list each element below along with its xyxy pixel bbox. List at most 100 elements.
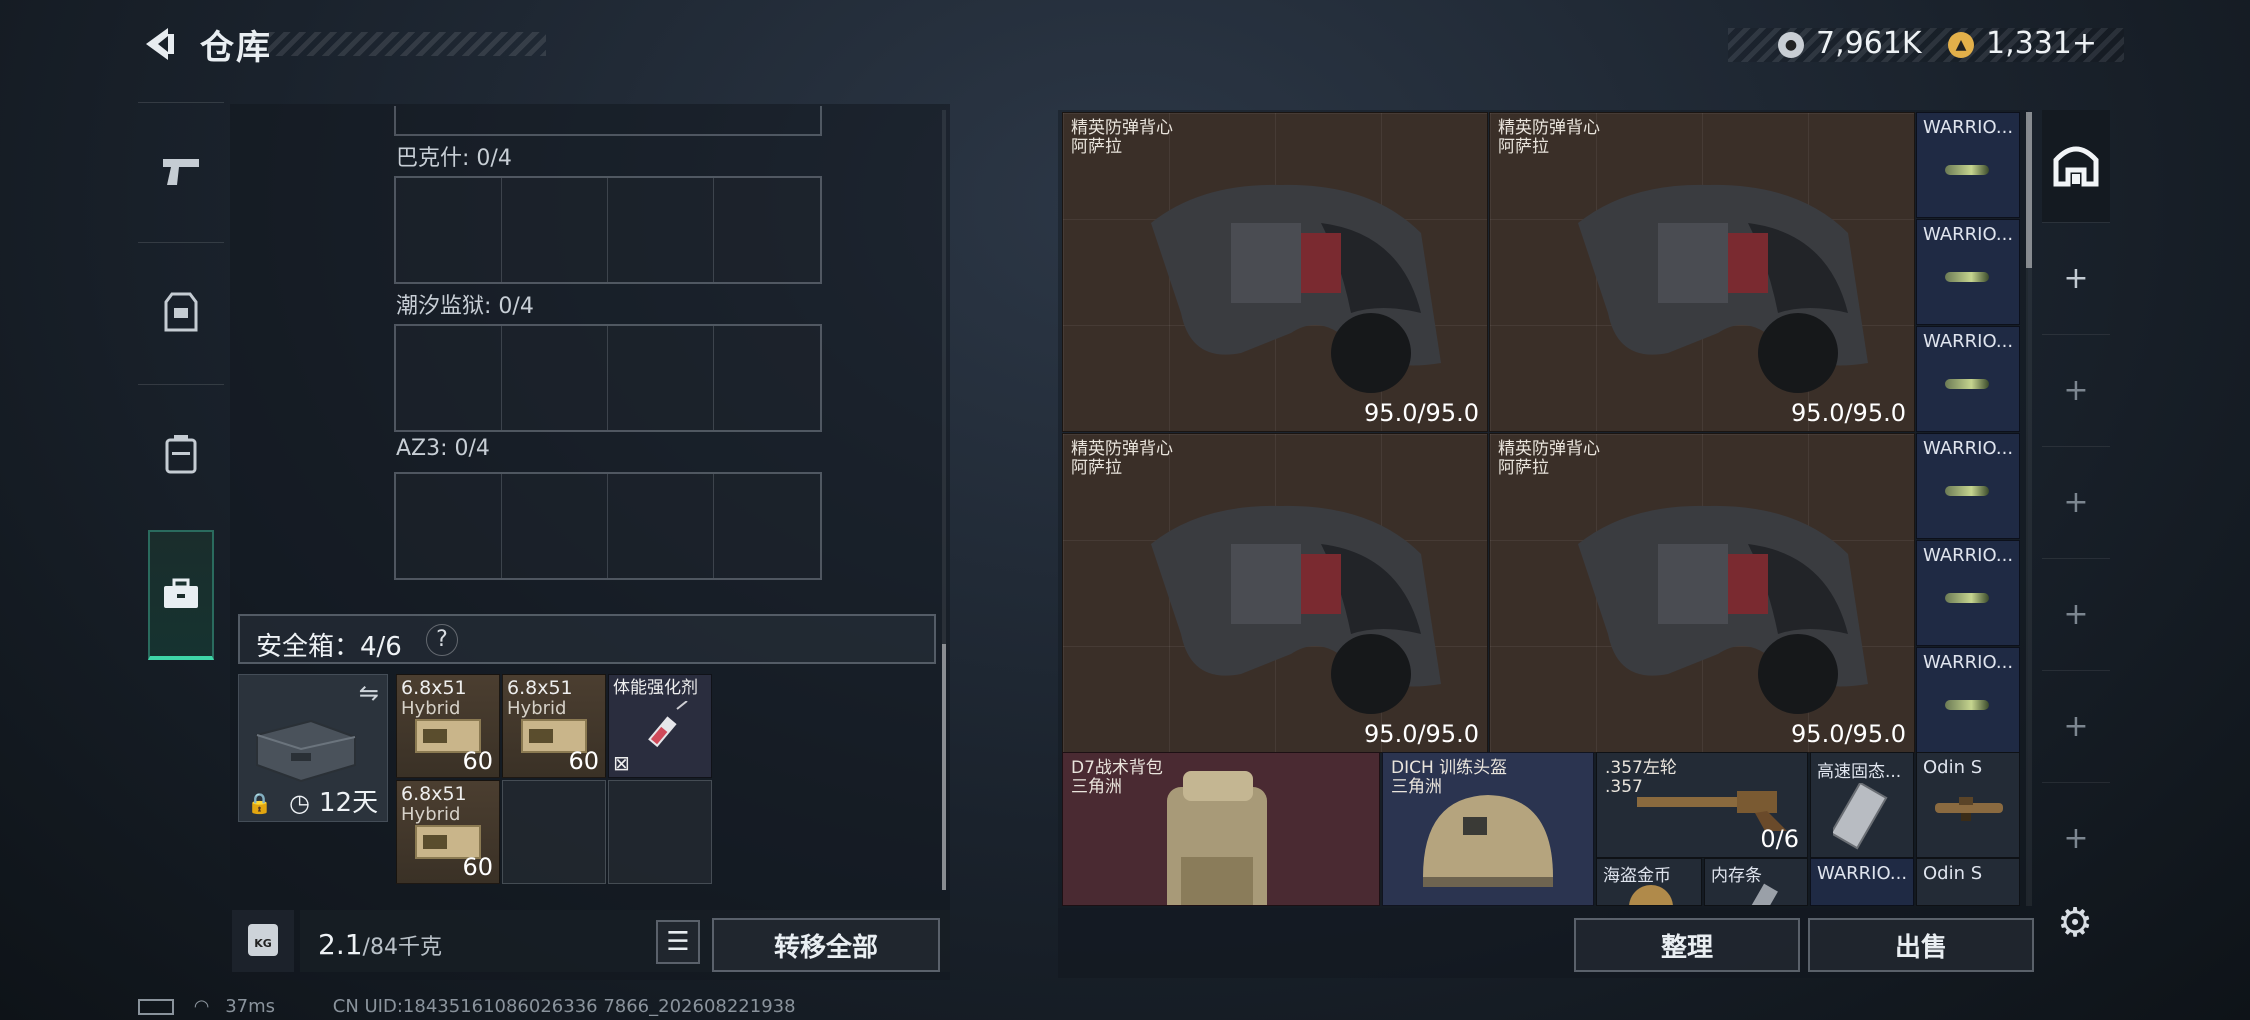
safe-case-item[interactable]: ⇋ 🔒 ◷ 12天 — [238, 674, 388, 822]
list-view-button[interactable]: ☰ — [656, 920, 700, 964]
stash-page-main[interactable] — [2042, 110, 2110, 222]
item-name: 精英防弹背心 阿萨拉 — [1071, 440, 1173, 478]
flashlight-item[interactable]: WARRIO... — [1916, 540, 2020, 646]
tab-backpack[interactable] — [138, 386, 224, 522]
page-title: 仓库 — [200, 28, 272, 68]
flashlight-item[interactable]: WARRIO... — [1916, 219, 2020, 325]
backpack-item[interactable]: D7战术背包 三角洲 — [1062, 752, 1380, 906]
slot-item-sub: Hybrid — [401, 698, 461, 719]
section-grid-az3[interactable] — [394, 472, 822, 580]
settings-gear-icon[interactable]: ⚙ — [2052, 900, 2098, 946]
scope-item[interactable]: Odin S — [1916, 752, 2020, 858]
safe-slot-ammo[interactable]: 6.8x51 Hybrid 60 — [396, 674, 500, 778]
add-page-button[interactable]: + — [2042, 446, 2110, 558]
flashlight-item[interactable]: WARRIO... — [1810, 858, 1914, 906]
vest-durability: 95.0/95.0 — [1364, 720, 1479, 748]
safe-slot-ammo[interactable]: 6.8x51 Hybrid 60 — [502, 674, 606, 778]
sell-button[interactable]: 出售 — [1808, 918, 2034, 972]
section-grid-tide-prison[interactable] — [394, 324, 822, 432]
vest-name: 精英防弹背心 — [1498, 439, 1600, 459]
safe-title: 安全箱：4/6 — [256, 632, 402, 662]
coin-gold-icon: ▲ — [1948, 32, 1974, 58]
back-button[interactable] — [136, 22, 180, 66]
revolver-item[interactable]: .357左轮 .357 0/6 — [1596, 752, 1808, 858]
ping-text: 37ms — [225, 996, 276, 1017]
add-page-button[interactable]: + — [2042, 334, 2110, 446]
pistol-icon — [163, 159, 199, 185]
vest-item[interactable]: 精英防弹背心 阿萨拉 95.0/95.0 — [1062, 433, 1488, 753]
safe-case-icon — [256, 719, 356, 783]
add-page-button[interactable]: + — [2042, 670, 2110, 782]
vest-map: 阿萨拉 — [1498, 458, 1549, 478]
weight-lock-button[interactable]: KG — [232, 910, 294, 972]
add-page-button[interactable]: + — [2042, 558, 2110, 670]
flashlight-icon — [1945, 593, 1989, 603]
safe-slot-ammo[interactable]: 6.8x51 Hybrid 60 — [396, 780, 500, 884]
status-bar: ◠ 37ms CN UID:18435161086026336 7866_202… — [138, 996, 796, 1017]
section-label-bakesh: 巴克什: 0/4 — [396, 146, 512, 171]
flashlight-icon — [1945, 486, 1989, 496]
warehouse-icon — [2053, 146, 2099, 187]
clock-icon: ◷ — [289, 789, 310, 817]
title-stripe — [268, 32, 546, 56]
helmet-name: DICH 训练头盔 — [1391, 758, 1508, 778]
safe-header: 安全箱：4/6 ? — [238, 614, 936, 664]
item-name: WARRIO... — [1923, 331, 2014, 352]
currency-primary: 7,961K — [1816, 26, 1922, 61]
vest-icon — [1151, 505, 1441, 714]
scope-icon — [1935, 797, 2003, 821]
flashlight-item[interactable]: WARRIO... — [1916, 326, 2020, 432]
slot-item-sub: Hybrid — [507, 698, 567, 719]
safe-slot-stim[interactable]: 体能强化剂 ⊠ — [608, 674, 712, 778]
vest-item[interactable]: 精英防弹背心 阿萨拉 95.0/95.0 — [1489, 112, 1915, 432]
ram-icon — [1744, 883, 1778, 905]
backpack-map: 三角洲 — [1071, 777, 1122, 797]
syringe-icon — [648, 701, 688, 748]
help-icon[interactable]: ? — [426, 624, 458, 656]
tab-safe[interactable] — [148, 530, 214, 660]
flashlight-item[interactable]: WARRIO... — [1916, 647, 2020, 753]
list-icon: ☰ — [666, 927, 690, 957]
stash-scrollbar-thumb[interactable] — [2026, 112, 2032, 268]
slot-item-sub: Hybrid — [401, 804, 461, 825]
uid-text: CN UID:18435161086026336 7866_2026082219… — [332, 996, 796, 1017]
toolbox-icon — [164, 578, 198, 608]
currency-secondary[interactable]: 1,331+ — [1986, 26, 2097, 61]
item-name: WARRIO... — [1923, 117, 2014, 138]
ssd-item[interactable]: 高速固态... — [1810, 752, 1914, 858]
revolver-name: .357左轮 — [1605, 758, 1677, 778]
revolver-count: 0/6 — [1760, 825, 1799, 853]
add-page-button[interactable]: + — [2042, 222, 2110, 334]
tab-armor[interactable] — [138, 244, 224, 380]
scope-item[interactable]: Odin S — [1916, 858, 2020, 906]
lock-icon: 🔒 — [247, 791, 272, 815]
safe-slot-empty[interactable] — [608, 780, 712, 884]
item-name: 精英防弹背心 阿萨拉 — [1498, 440, 1600, 478]
helmet-item[interactable]: DICH 训练头盔 三角洲 — [1382, 752, 1594, 906]
vest-durability: 95.0/95.0 — [1364, 399, 1479, 427]
weight-unit: /84千克 — [362, 935, 442, 960]
ram-item[interactable]: 内存条 — [1704, 858, 1808, 906]
vest-item[interactable]: 精英防弹背心 阿萨拉 95.0/95.0 — [1062, 112, 1488, 432]
vest-item[interactable]: 精英防弹背心 阿萨拉 95.0/95.0 — [1489, 433, 1915, 753]
swap-icon[interactable]: ⇋ — [359, 679, 379, 707]
stash-page-rail: + + + + + + — [2042, 110, 2110, 980]
item-name: WARRIO... — [1923, 652, 2014, 673]
item-name: WARRIO... — [1923, 224, 2014, 245]
add-page-button[interactable]: + — [2042, 782, 2110, 894]
tab-weapons[interactable] — [138, 104, 224, 240]
coin-item[interactable]: 海盗金币 — [1596, 858, 1702, 906]
backpack-icon — [1167, 771, 1267, 905]
section-label-tide-prison: 潮汐监狱: 0/4 — [396, 294, 534, 319]
flashlight-item[interactable]: WARRIO... — [1916, 112, 2020, 218]
scrollbar-thumb[interactable] — [942, 644, 946, 890]
slot-item-name: 6.8x51 — [401, 783, 467, 805]
backpack-icon — [165, 435, 197, 474]
slot-item-name: 6.8x51 — [401, 677, 467, 699]
safe-slot-empty[interactable] — [502, 780, 606, 884]
section-grid-bakesh[interactable] — [394, 176, 822, 284]
transfer-all-button[interactable]: 转移全部 — [712, 918, 940, 972]
item-name: WARRIO... — [1923, 545, 2014, 566]
flashlight-item[interactable]: WARRIO... — [1916, 433, 2020, 539]
sort-button[interactable]: 整理 — [1574, 918, 1800, 972]
